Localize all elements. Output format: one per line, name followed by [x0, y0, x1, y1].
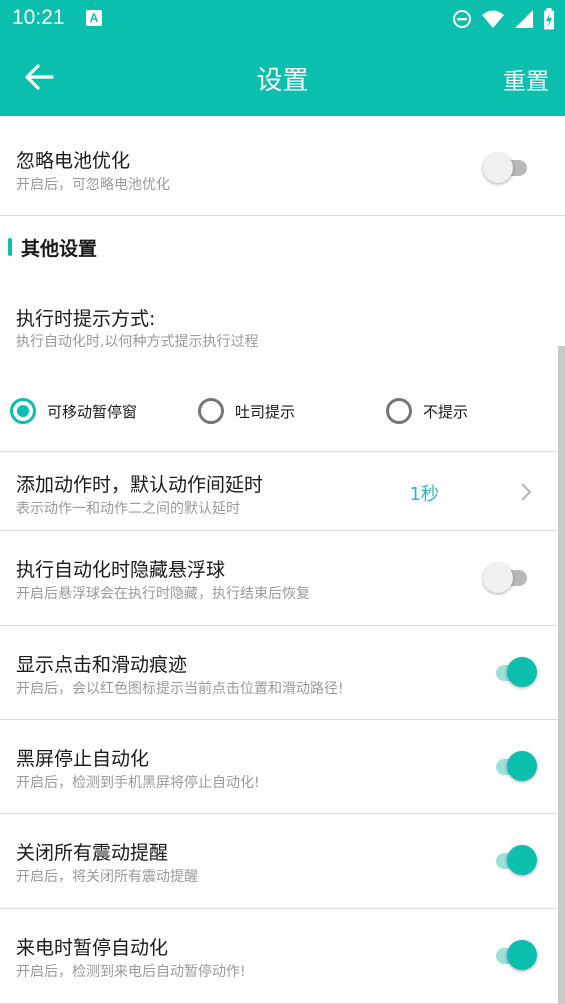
setting-title: 忽略电池优化	[16, 150, 131, 172]
setting-title: 添加动作时，默认动作间延时	[16, 474, 264, 496]
setting-subtitle: 表示动作一和动作二之间的默认延时	[16, 501, 240, 517]
scrollbar[interactable]	[558, 346, 565, 1004]
cellular-signal-icon	[515, 10, 533, 28]
radio-unchecked-icon	[386, 398, 412, 424]
wifi-icon	[482, 10, 504, 28]
vibration-toggle[interactable]	[493, 845, 537, 875]
setting-subtitle: 开启后，将关闭所有震动提醒	[16, 869, 198, 885]
setting-title: 来电时暂停自动化	[16, 937, 169, 959]
app-bar: 设置 重置	[0, 38, 565, 116]
do-not-disturb-icon	[453, 10, 471, 28]
reset-button[interactable]: 重置	[503, 62, 549, 96]
setting-disable-vibration[interactable]: 关闭所有震动提醒 开启后，将关闭所有震动提醒	[0, 814, 565, 909]
radio-label: 不提示	[423, 402, 469, 421]
incoming-call-toggle[interactable]	[493, 940, 537, 970]
delay-value: 1秒	[409, 484, 439, 505]
setting-subtitle: 开启后，检测到手机黑屏将停止自动化!	[16, 775, 260, 791]
screen-off-toggle[interactable]	[493, 751, 537, 781]
setting-subtitle: 执行自动化时,以何种方式提示执行过程	[16, 334, 259, 350]
notification-app-icon: A	[86, 10, 102, 26]
battery-charging-icon	[544, 8, 554, 30]
section-accent-bar	[8, 238, 12, 256]
setting-subtitle: 开启后，检测到来电后自动暂停动作!	[16, 964, 246, 980]
setting-default-action-delay[interactable]: 添加动作时，默认动作间延时 表示动作一和动作二之间的默认延时 1秒	[0, 452, 565, 531]
setting-prompt-mode: 执行时提示方式: 执行自动化时,以何种方式提示执行过程 可移动暂停窗 吐司提示 …	[0, 278, 565, 452]
setting-title: 显示点击和滑动痕迹	[16, 654, 188, 676]
radio-movable-pause-window[interactable]: 可移动暂停窗	[10, 398, 137, 424]
radio-checked-icon	[10, 398, 36, 424]
setting-title: 黑屏停止自动化	[16, 748, 150, 770]
settings-list[interactable]: 忽略电池优化 开启后，可忽略电池优化 其他设置 执行时提示方式: 执行自动化时,…	[0, 116, 565, 1004]
setting-title: 执行时提示方式:	[16, 308, 156, 330]
setting-hide-floating-ball[interactable]: 执行自动化时隐藏悬浮球 开启后悬浮球会在执行时隐藏，执行结束后恢复	[0, 531, 565, 626]
setting-ignore-battery-optimization[interactable]: 忽略电池优化 开启后，可忽略电池优化	[0, 116, 565, 216]
radio-unchecked-icon	[198, 398, 224, 424]
setting-pause-on-incoming-call[interactable]: 来电时暂停自动化 开启后，检测到来电后自动暂停动作!	[0, 909, 565, 1004]
setting-title: 执行自动化时隐藏悬浮球	[16, 559, 226, 581]
radio-label: 可移动暂停窗	[47, 402, 138, 421]
hide-floating-ball-toggle[interactable]	[483, 562, 533, 593]
show-trace-toggle[interactable]	[493, 657, 537, 687]
setting-title: 关闭所有震动提醒	[16, 842, 169, 864]
setting-subtitle: 开启后，会以红色图标提示当前点击位置和滑动路径!	[16, 681, 344, 697]
section-header-other-settings: 其他设置	[0, 216, 565, 278]
status-bar: 10:21 A	[0, 0, 565, 38]
setting-subtitle: 开启后，可忽略电池优化	[16, 177, 170, 193]
battery-optimization-toggle[interactable]	[483, 152, 533, 183]
setting-show-tap-swipe-trace[interactable]: 显示点击和滑动痕迹 开启后，会以红色图标提示当前点击位置和滑动路径!	[0, 626, 565, 720]
chevron-right-icon	[521, 483, 532, 501]
radio-toast-prompt[interactable]: 吐司提示	[198, 398, 295, 424]
radio-label: 吐司提示	[235, 402, 296, 421]
status-time: 10:21	[12, 6, 65, 29]
section-title: 其他设置	[21, 238, 98, 260]
setting-subtitle: 开启后悬浮球会在执行时隐藏，执行结束后恢复	[16, 586, 310, 602]
setting-stop-on-screen-off[interactable]: 黑屏停止自动化 开启后，检测到手机黑屏将停止自动化!	[0, 720, 565, 814]
radio-no-prompt[interactable]: 不提示	[386, 398, 468, 424]
page-title: 设置	[256, 66, 309, 96]
